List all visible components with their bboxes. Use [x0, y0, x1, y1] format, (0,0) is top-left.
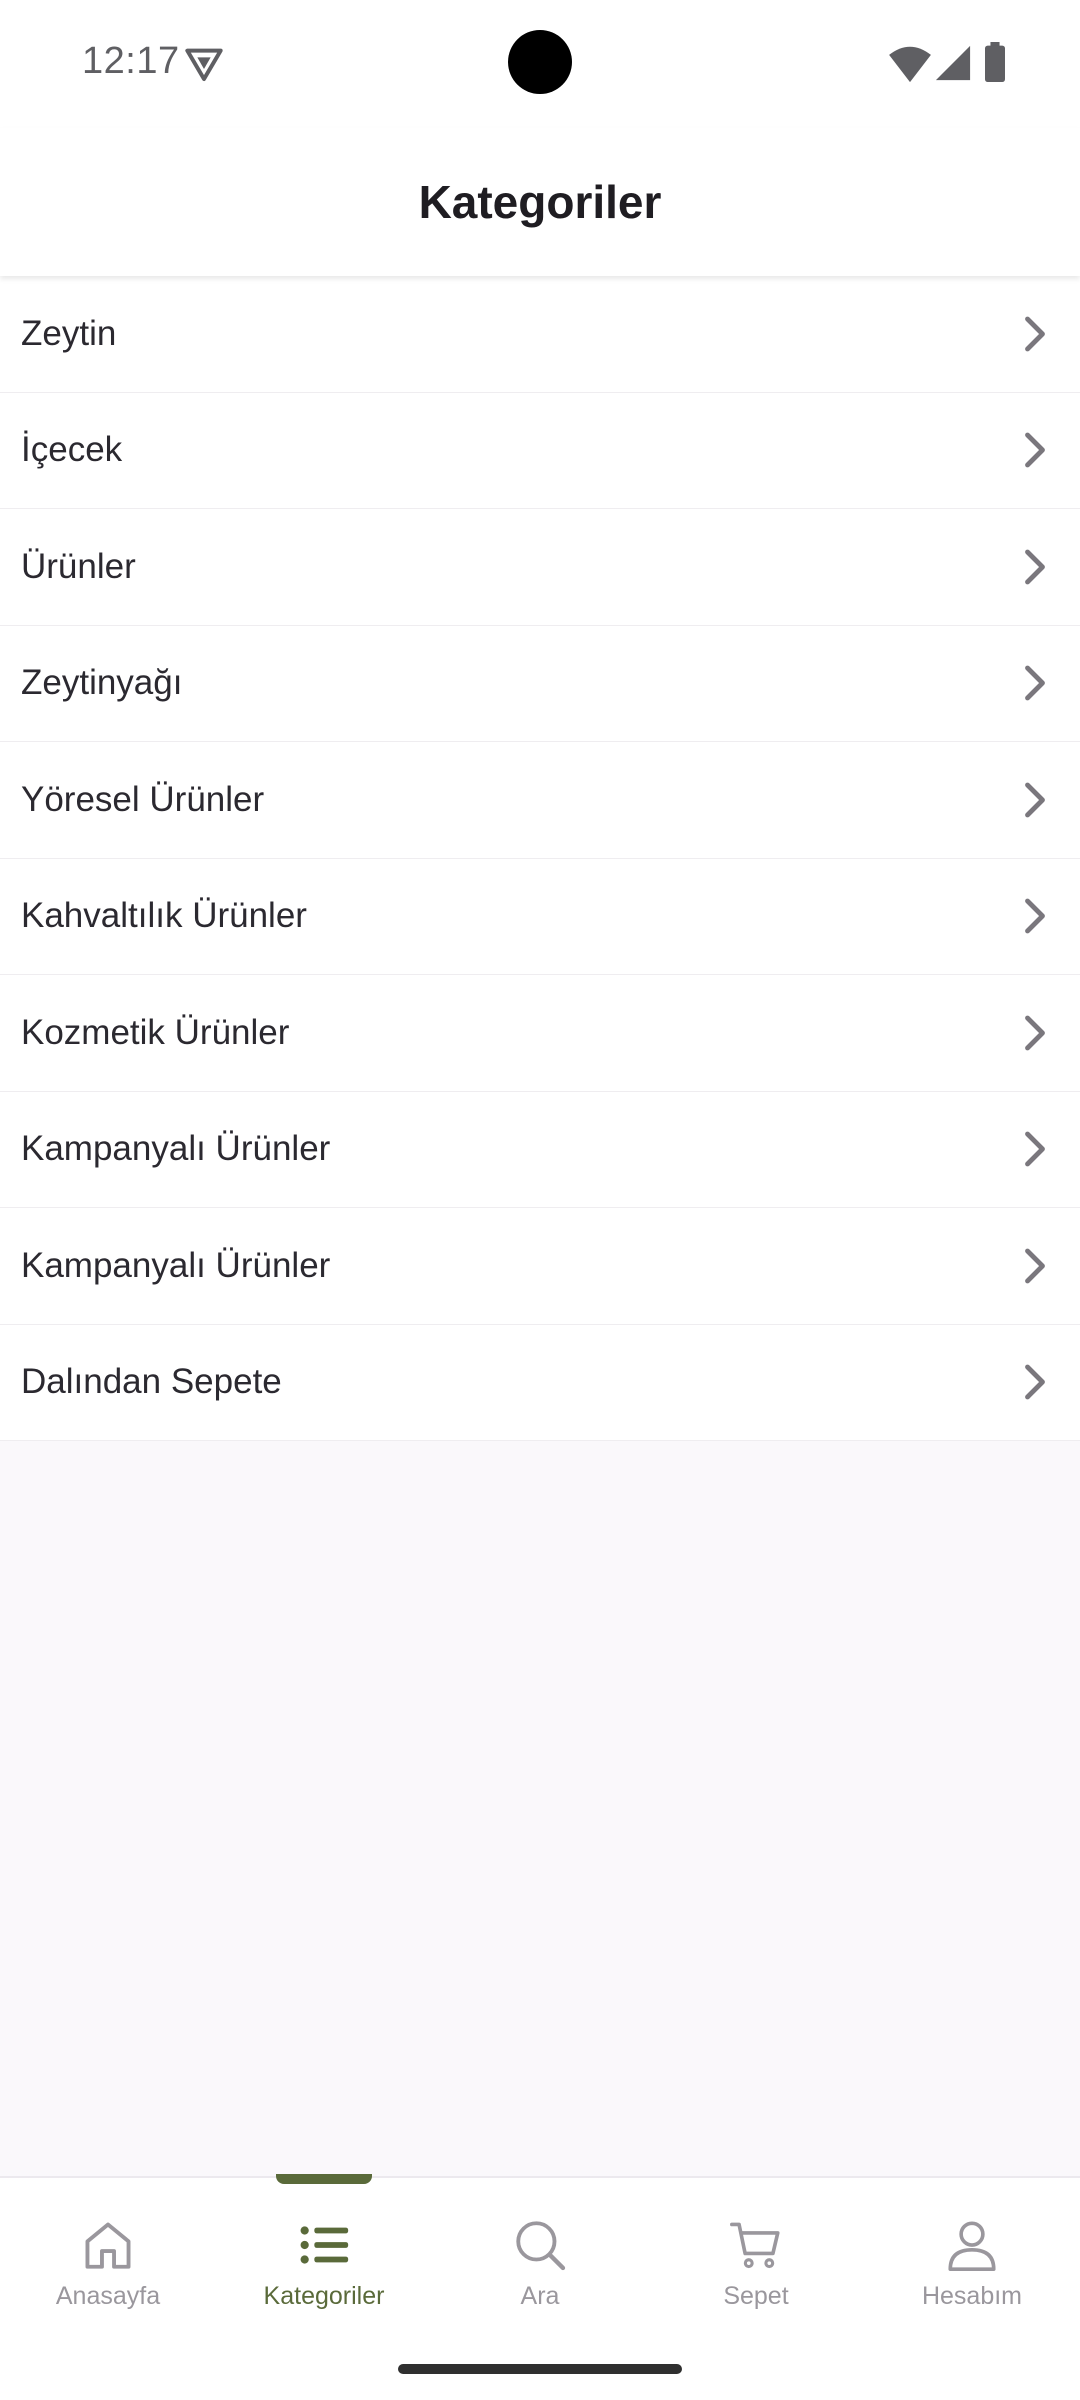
category-label: Zeytin — [21, 313, 117, 353]
chevron-right-icon — [1025, 898, 1045, 934]
screen: 12:17 Kategoriler Zeytin İçecek Ürünler … — [0, 0, 1080, 2400]
search-icon — [516, 2221, 566, 2271]
wifi-icon — [889, 46, 931, 83]
nav-label: Sepet — [723, 2282, 789, 2310]
chevron-right-icon — [1025, 432, 1045, 468]
category-label: Kahvaltılık Ürünler — [21, 896, 307, 936]
nav-label: Ara — [520, 2282, 560, 2310]
category-label: İçecek — [21, 430, 123, 470]
signal-icon — [935, 45, 971, 81]
cart-icon — [730, 2222, 780, 2269]
list-icon — [300, 2226, 349, 2264]
category-label: Ürünler — [21, 546, 136, 586]
category-item[interactable]: Zeytin — [0, 276, 1080, 393]
vpn-icon — [185, 48, 223, 81]
chevron-right-icon — [1025, 316, 1045, 352]
nav-item-account[interactable]: Hesabım — [864, 2178, 1080, 2328]
chevron-right-icon — [1025, 1015, 1045, 1051]
chevron-right-icon — [1025, 549, 1045, 585]
battery-icon — [985, 42, 1005, 82]
nav-item-search[interactable]: Ara — [432, 2178, 648, 2328]
camera-cutout — [508, 30, 572, 94]
nav-item-cart[interactable]: Sepet — [648, 2178, 864, 2328]
category-list: Zeytin İçecek Ürünler Zeytinyağı Yöresel… — [0, 276, 1080, 1441]
category-item[interactable]: Kozmetik Ürünler — [0, 975, 1080, 1092]
status-time: 12:17 — [82, 40, 180, 82]
category-item[interactable]: Kahvaltılık Ürünler — [0, 858, 1080, 975]
category-item[interactable]: Yöresel Ürünler — [0, 742, 1080, 859]
category-label: Yöresel Ürünler — [21, 779, 265, 819]
category-label: Zeytinyağı — [21, 663, 183, 703]
chevron-right-icon — [1025, 782, 1045, 818]
account-icon — [948, 2221, 996, 2271]
chevron-right-icon — [1025, 1131, 1045, 1167]
category-item[interactable]: Dalından Sepete — [0, 1324, 1080, 1441]
status-bar: 12:17 — [0, 0, 1080, 128]
app-bar: Kategoriler — [0, 128, 1080, 276]
category-label: Kampanyalı Ürünler — [21, 1245, 331, 1285]
nav-label: Hesabım — [921, 2282, 1023, 2310]
active-indicator — [276, 2174, 372, 2184]
category-item[interactable]: Kampanyalı Ürünler — [0, 1208, 1080, 1325]
nav-label: Anasayfa — [55, 2282, 161, 2310]
home-icon — [85, 2222, 131, 2269]
chevron-right-icon — [1025, 1364, 1045, 1400]
category-label: Dalından Sepete — [21, 1362, 282, 1402]
category-label: Kozmetik Ürünler — [21, 1012, 290, 1052]
category-item[interactable]: Zeytinyağı — [0, 625, 1080, 742]
nav-item-categories[interactable]: Kategoriler — [216, 2174, 432, 2328]
nav-item-home[interactable]: Anasayfa — [0, 2178, 216, 2328]
category-item[interactable]: Kampanyalı Ürünler — [0, 1091, 1080, 1208]
category-item[interactable]: Ürünler — [0, 509, 1080, 626]
chevron-right-icon — [1025, 665, 1045, 701]
category-item[interactable]: İçecek — [0, 392, 1080, 509]
home-gesture-bar[interactable] — [398, 2364, 682, 2374]
chevron-right-icon — [1025, 1248, 1045, 1284]
nav-label: Kategoriler — [263, 2282, 385, 2310]
page-title: Kategoriler — [418, 176, 662, 228]
category-label: Kampanyalı Ürünler — [21, 1129, 331, 1169]
